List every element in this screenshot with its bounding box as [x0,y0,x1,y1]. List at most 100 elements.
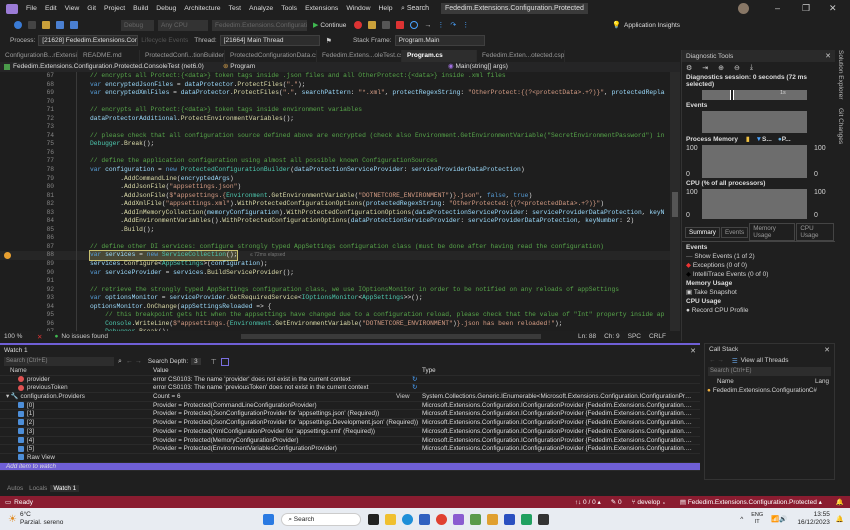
startup-project-dropdown[interactable]: Fededim.Extensions.Configuration [212,20,307,31]
callstack-search-input[interactable]: Search (Ctrl+E) [708,367,831,376]
column-lang[interactable]: Lang [815,378,829,385]
add-item-row[interactable]: Add item to watch [0,463,700,472]
continue-button[interactable]: Continue [320,22,346,29]
tray-overflow-icon[interactable]: ^ [740,516,743,523]
menu-build[interactable]: Build [129,5,152,12]
minimize-icon[interactable]: – [775,3,780,13]
folder-icon[interactable] [368,21,376,29]
task-view-icon[interactable] [368,514,379,525]
watch-row[interactable]: [5]Provider = Protected(EnvironmentVaria… [0,445,700,454]
store-icon[interactable] [419,514,430,525]
lifecycle-events-button[interactable]: Lifecycle Events [141,37,188,44]
refresh-icon[interactable]: ↻ [412,376,417,385]
restart-icon[interactable] [410,21,418,29]
repository-selector[interactable]: ▤ Fededim.Extensions.Configuration.Prote… [680,498,822,506]
editor-scrollbar[interactable] [670,72,680,331]
close-icon[interactable]: ✕ [829,3,837,14]
view-button[interactable]: View [396,393,410,402]
line-ending-indicator[interactable]: CRLF [649,333,666,340]
tab-events[interactable]: Events [721,227,748,238]
line-indicator[interactable]: Ln: 88 [578,333,596,340]
watch-row[interactable]: [3]Provider = Protected(XmlConfiguration… [0,428,700,437]
exceptions-link[interactable]: ◆ Exceptions (0 of 0) [686,261,831,270]
tab-document[interactable]: ProtectedConfi...tionBuilder.cs [140,50,225,62]
menu-git[interactable]: Git [83,5,100,12]
menu-debug[interactable]: Debug [152,5,180,12]
menu-file[interactable]: File [22,5,41,12]
save-icon[interactable] [56,21,64,29]
menu-window[interactable]: Window [342,5,374,12]
code-line[interactable]: 81 .AddJsonFile($"appsettings.{Environme… [0,192,680,201]
flag-icon[interactable]: ⚑ [326,37,332,45]
menu-analyze[interactable]: Analyze [245,5,277,12]
code-line[interactable]: 80 .AddJsonFile("appsettings.json") [0,183,680,192]
open-folder-icon[interactable] [42,21,50,29]
tab-document[interactable]: Fededim.Exten...otected.csproj [477,50,565,62]
branch-selector[interactable]: ⑂ develop ▴ [632,499,666,506]
horizontal-scrollbar[interactable] [241,334,541,339]
step-into-icon[interactable]: ⋮ [437,21,444,29]
intellitrace-link[interactable]: ◆ IntelliTrace Events (0 of 0) [686,270,831,279]
search-depth-dropdown[interactable]: 3 [191,358,201,365]
solution-explorer-tab[interactable]: Solution Explorer [837,50,844,100]
clock[interactable]: 13:5516/12/2023 [797,511,830,527]
tab-document[interactable]: Fededim.Extens...oleTest.csproj [317,50,402,62]
tab-memory-usage[interactable]: Memory Usage [749,223,795,241]
timeline-ruler[interactable]: 1s [702,90,807,100]
hex-display-icon[interactable] [221,358,229,366]
member-dropdown[interactable]: ◉ Main(string[] args) [448,62,648,72]
edge-icon[interactable] [402,514,413,525]
code-line[interactable]: 93var optionsMonitor = serviceProvider.G… [0,294,680,303]
watch-row[interactable]: providererror CS0103: The name 'provider… [0,376,700,385]
watch-row[interactable]: previousTokenerror CS0103: The name 'pre… [0,384,700,393]
start-icon[interactable] [263,514,274,525]
code-line[interactable]: 71// encrypts all Protect:{<data>} token… [0,106,680,115]
code-line[interactable]: 84 .AddEnvironmentVariables().WithProtec… [0,217,680,226]
settings-icon[interactable]: ⚙ [686,64,692,72]
class-dropdown[interactable]: ⊛ Program [223,62,343,72]
code-line[interactable]: 79 .AddCommandLine(encryptedArgs) [0,175,680,184]
code-line[interactable]: 86 [0,234,680,243]
watch-row[interactable]: [2]Provider = Protected(JsonConfiguratio… [0,419,700,428]
zoom-out-icon[interactable]: ⊖ [734,64,740,72]
code-line[interactable]: 75Debugger.Break(); [0,140,680,149]
code-line[interactable]: 96 Console.WriteLine($"appsettings.{Envi… [0,320,680,329]
watch-row[interactable]: ▾ 🔧 configuration.ProvidersCount = 6Syst… [0,393,700,402]
code-line[interactable]: 92// retrieve the strongly typed AppSett… [0,286,680,295]
menu-tools[interactable]: Tools [277,5,301,12]
app-icon-2[interactable] [487,514,498,525]
menu-architecture[interactable]: Architecture [180,5,224,12]
memory-graph[interactable] [702,145,807,178]
select-tools-icon[interactable]: ⇥ [702,64,708,72]
column-indicator[interactable]: Ch: 9 [604,333,620,340]
git-changes-tab[interactable]: Git Changes [837,108,844,144]
code-line[interactable]: 95 // this breakpoint gets hit when the … [0,311,680,320]
events-graph[interactable] [702,111,807,133]
back-icon[interactable] [14,21,22,29]
view-all-threads-button[interactable]: View all Threads [741,357,789,364]
hot-reload-icon[interactable] [354,21,362,29]
code-line[interactable]: 68var encryptedJsonFiles = dataProtector… [0,81,680,90]
chrome-icon[interactable] [436,514,447,525]
project-dropdown[interactable]: Fededim.Extensions.Configuration.Protect… [13,62,223,72]
weather-widget[interactable]: 6°CParzial. sereno [20,511,63,527]
save-all-icon[interactable] [70,21,78,29]
close-icon[interactable]: ✕ [825,52,831,60]
breakpoint-current-icon[interactable] [4,252,11,259]
reset-zoom-icon[interactable]: ⤓ [750,64,753,72]
restore-icon[interactable]: ❐ [802,3,810,14]
tab-summary[interactable]: Summary [685,227,720,238]
configuration-dropdown[interactable]: Debug [121,20,154,31]
code-line[interactable]: 89services.Configure<AppSettings>(config… [0,260,680,269]
watch-search-input[interactable]: Search (Ctrl+E) [4,357,114,366]
menu-help[interactable]: Help [375,5,397,12]
record-cpu-button[interactable]: ● Record CPU Profile [686,306,831,315]
take-snapshot-button[interactable]: ▣ Take Snapshot [686,288,831,297]
stop-icon[interactable] [396,21,404,29]
code-line[interactable]: 78var configuration = new ProtectedConfi… [0,166,680,175]
menu-extensions[interactable]: Extensions [301,5,342,12]
tab-document[interactable]: README.md [78,50,140,62]
watch-row[interactable]: [4]Provider = Protected(MemoryConfigurat… [0,437,700,446]
avatar[interactable] [738,3,749,14]
pin-icon[interactable]: ⊤ [211,358,217,366]
